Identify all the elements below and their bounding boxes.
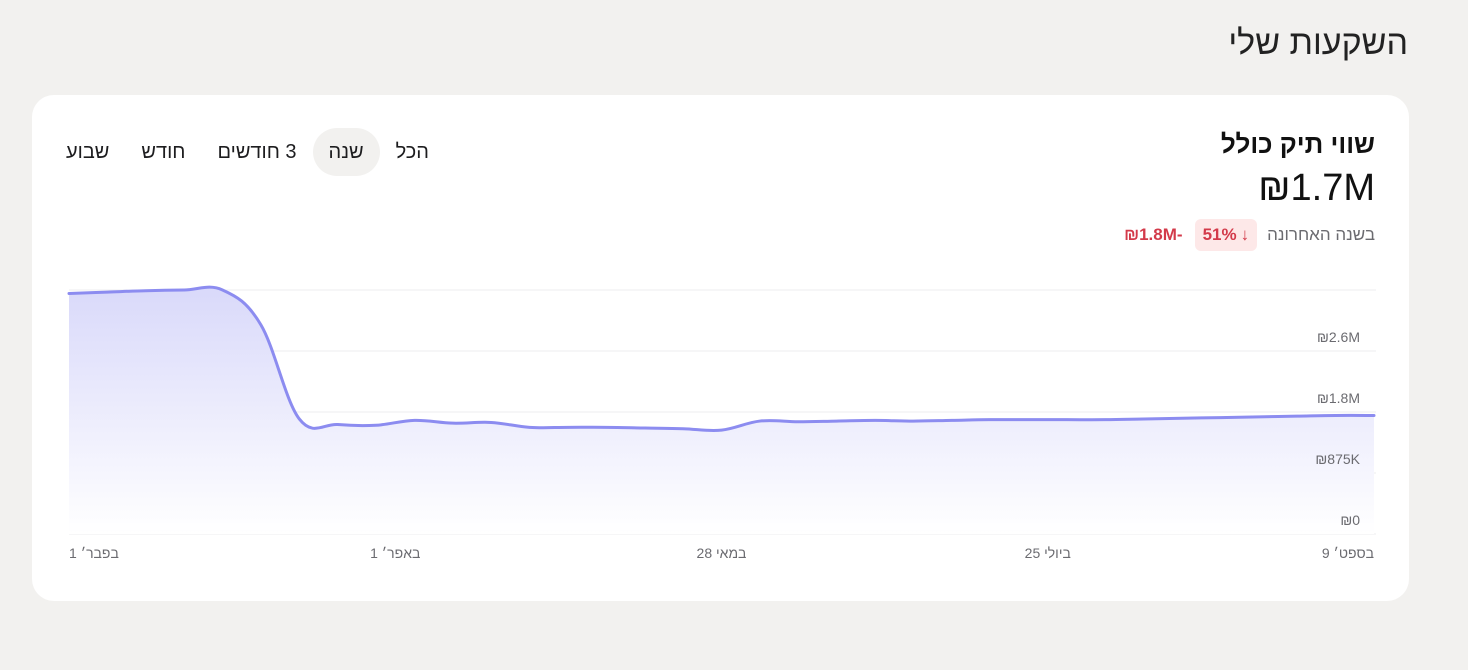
x-tick-label: 25 ביולי xyxy=(1025,545,1071,561)
x-tick-label: 1 באפר׳ xyxy=(370,545,420,561)
y-tick-label: ₪0 xyxy=(1340,512,1360,528)
portfolio-value-chart: ₪0 ₪875K ₪1.8M ₪2.6M 1 בפבר׳ 1 באפר׳ 28 במאי 2… xyxy=(67,285,1376,561)
portfolio-card: שווי תיק כולל ₪1.7M בשנה האחרונה ↓ 51% -… xyxy=(32,95,1409,601)
y-tick-label: ₪1.8M xyxy=(1317,390,1360,406)
series-area xyxy=(69,287,1374,534)
y-tick-label: ₪2.6M xyxy=(1317,329,1360,345)
x-tick-label: 1 בפבר׳ xyxy=(69,545,119,561)
x-tick-label: 9 בספט׳ xyxy=(1322,545,1374,561)
page-title: השקעות שלי xyxy=(1228,24,1408,62)
x-tick-label: 28 במאי xyxy=(697,545,747,561)
y-tick-label: ₪875K xyxy=(1315,451,1360,467)
